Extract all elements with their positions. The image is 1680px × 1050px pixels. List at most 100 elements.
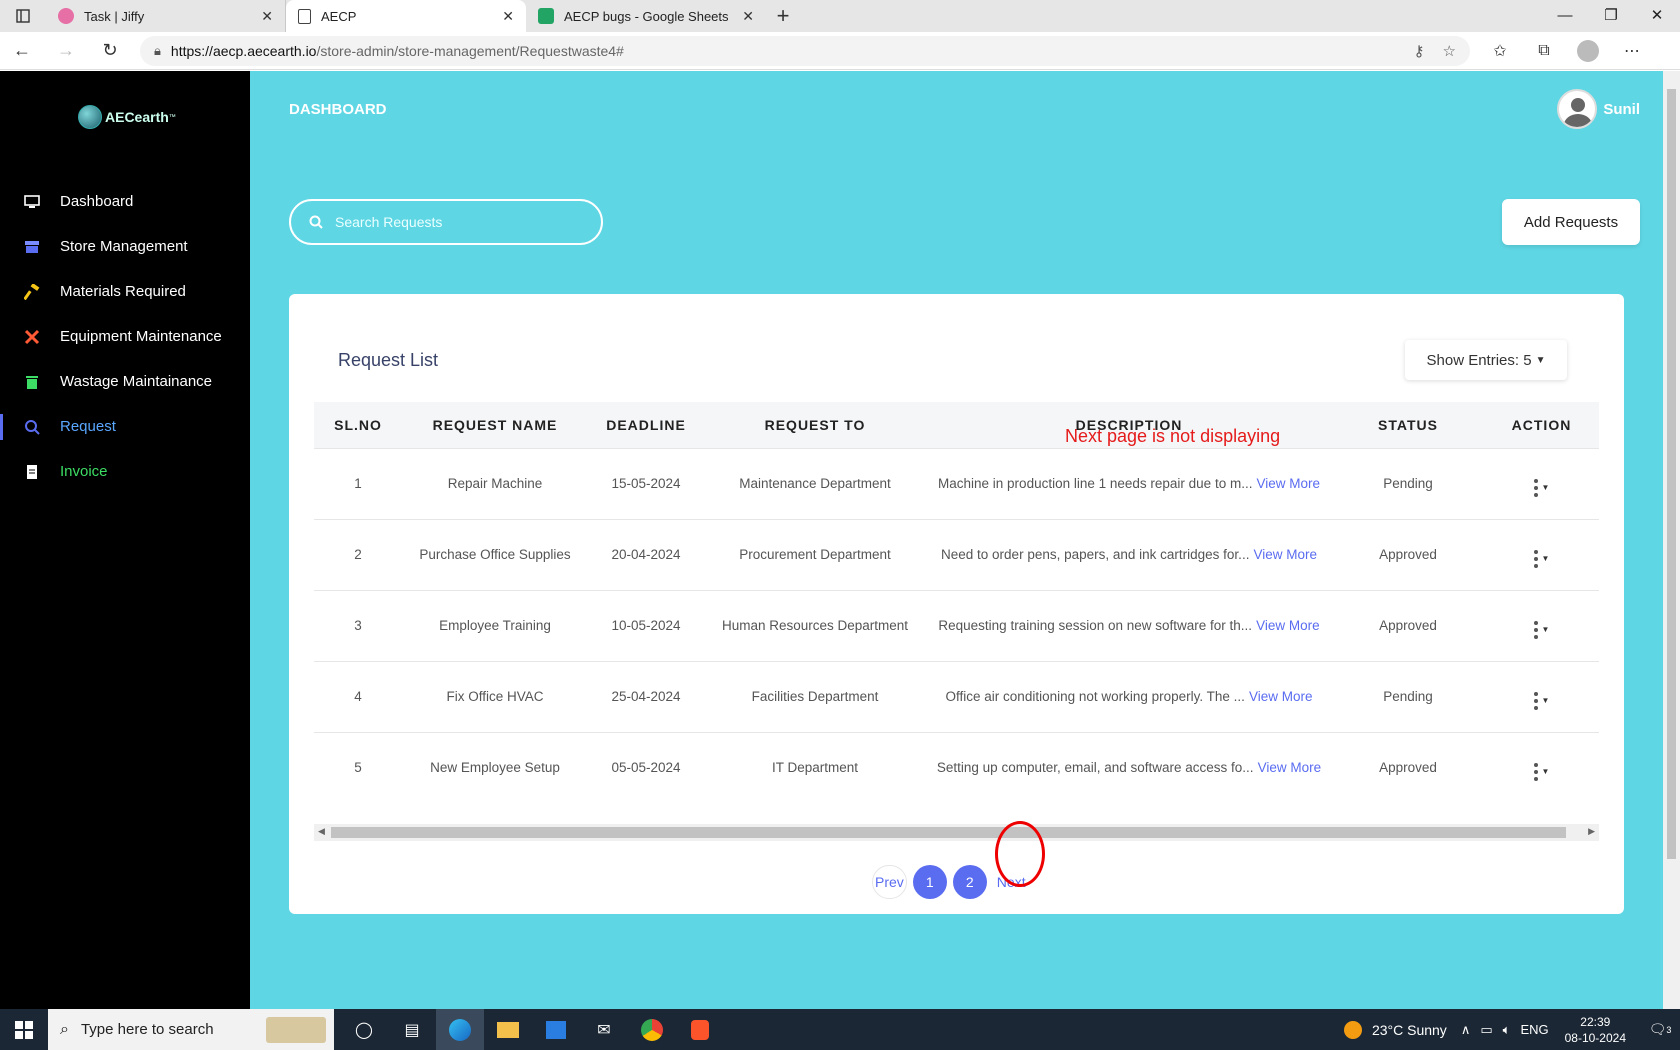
back-icon[interactable]: ←	[0, 32, 44, 70]
browser-tab-aecp[interactable]: AECP ✕	[286, 0, 526, 32]
url-field[interactable]: 🔒︎ https://aecp.aecearth.io/store-admin/…	[140, 35, 1470, 66]
horizontal-scrollbar[interactable]: ◀ ▶	[314, 824, 1599, 841]
user-name[interactable]: Sunil	[1603, 101, 1640, 118]
url-host: https://aecp.aecearth.io	[170, 42, 317, 59]
show-entries-label: Show Entries: 5	[1426, 351, 1532, 369]
close-tab-icon[interactable]: ✕	[742, 8, 754, 25]
cell-description: Setting up computer, email, and software…	[926, 731, 1332, 803]
weather-text[interactable]: 23°C Sunny	[1372, 1022, 1447, 1038]
cell-description: Requesting training session on new softw…	[926, 589, 1332, 661]
chevron-up-icon[interactable]: ∧	[1461, 1022, 1471, 1038]
file-explorer-icon[interactable]	[484, 1009, 532, 1050]
taskbar-search[interactable]: ⌕ Type here to search	[48, 1009, 334, 1050]
collections-icon[interactable]: ⧉	[1522, 40, 1566, 62]
sidebar-item-equipment-maintenance[interactable]: Equipment Maintenance	[0, 314, 250, 359]
edge-icon[interactable]	[436, 1009, 484, 1050]
cell-deadline: 15-05-2024	[588, 447, 704, 519]
sidebar-nav: Dashboard Store Management Materials Req…	[0, 179, 250, 494]
sidebar-item-label: Materials Required	[60, 283, 186, 300]
volume-icon[interactable]: 🔈︎	[1503, 1022, 1511, 1038]
language-indicator[interactable]: ENG	[1520, 1022, 1548, 1037]
close-window-icon[interactable]: ✕	[1634, 0, 1680, 30]
view-more-link[interactable]: View More	[1256, 618, 1320, 633]
scroll-right-icon[interactable]: ▶	[1588, 826, 1595, 837]
avatar[interactable]	[1557, 89, 1598, 129]
scrollbar-thumb[interactable]	[331, 827, 1566, 838]
restore-icon[interactable]: ❐	[1588, 0, 1634, 30]
sidebar-item-label: Request	[60, 418, 116, 435]
tab-title: AECP	[321, 8, 357, 24]
caret-down-icon: ▼	[1541, 554, 1550, 563]
column-header: REQUEST NAME	[432, 416, 558, 433]
windows-start-icon[interactable]	[0, 1009, 48, 1050]
favorites-icon[interactable]: ✩	[1478, 40, 1522, 62]
scroll-left-icon[interactable]: ◀	[318, 826, 325, 837]
request-list-card: Request List Show Entries: 5 ▼ SL.NO REQU…	[289, 294, 1624, 914]
new-tab-button[interactable]: +	[766, 0, 800, 32]
action-menu-button[interactable]: ▼	[1533, 478, 1549, 497]
close-tab-icon[interactable]: ✕	[502, 8, 514, 25]
add-favorite-icon[interactable]: ☆	[1443, 42, 1456, 60]
cell-sl-no: 4	[314, 660, 402, 732]
add-requests-button[interactable]: Add Requests	[1502, 199, 1640, 245]
browser-tab-sheets[interactable]: AECP bugs - Google Sheets ✕	[526, 0, 766, 32]
brave-icon[interactable]	[676, 1009, 724, 1050]
cell-deadline: 25-04-2024	[588, 660, 704, 732]
prev-page-button[interactable]: Prev	[872, 865, 907, 899]
page-1-button[interactable]: 1	[912, 865, 947, 899]
forward-icon[interactable]: →	[44, 32, 88, 70]
chrome-icon[interactable]	[628, 1009, 676, 1050]
cell-sl-no: 2	[314, 518, 402, 590]
kebab-icon	[1533, 478, 1538, 497]
view-more-link[interactable]: View More	[1256, 476, 1320, 491]
table-row: 5 New Employee Setup 05-05-2024 IT Depar…	[314, 731, 1599, 803]
profile-icon[interactable]	[1566, 39, 1610, 62]
sidebar-item-request[interactable]: Request	[0, 404, 250, 449]
action-menu-button[interactable]: ▼	[1533, 620, 1549, 639]
minimize-icon[interactable]: —	[1542, 0, 1588, 30]
view-more-link[interactable]: View More	[1258, 760, 1322, 775]
page-2-button[interactable]: 2	[952, 865, 987, 899]
clock[interactable]: 22:39 08-10-2024	[1565, 1014, 1626, 1046]
tab-title: Task | Jiffy	[84, 8, 145, 24]
cortana-icon[interactable]: ◯	[340, 1009, 388, 1050]
sidebar-item-materials-required[interactable]: Materials Required	[0, 269, 250, 314]
browser-tab-jiffy[interactable]: Task | Jiffy ✕	[46, 0, 286, 32]
cell-status: Approved	[1332, 731, 1484, 803]
description-text: Requesting training session on new softw…	[938, 618, 1253, 633]
cell-request-name: New Employee Setup	[402, 731, 588, 803]
search-input[interactable]	[335, 214, 575, 230]
user-menu[interactable]: Sunil	[1557, 89, 1640, 129]
sidebar-item-invoice[interactable]: Invoice	[0, 449, 250, 494]
action-menu-button[interactable]: ▼	[1533, 691, 1549, 710]
more-icon[interactable]: ⋯	[1610, 40, 1654, 62]
sheets-favicon-icon	[538, 8, 554, 24]
task-view-icon[interactable]: ▤	[388, 1009, 436, 1050]
weather-sun-icon[interactable]	[1343, 1020, 1362, 1039]
close-tab-icon[interactable]: ✕	[261, 8, 273, 25]
cell-action: ▼	[1484, 589, 1599, 661]
table-row: 2 Purchase Office Supplies 20-04-2024 Pr…	[314, 518, 1599, 590]
column-header: ACTION	[1511, 416, 1572, 433]
lock-icon[interactable]: 🔒︎	[154, 43, 161, 59]
view-more-link[interactable]: View More	[1249, 689, 1313, 704]
action-menu-button[interactable]: ▼	[1533, 549, 1550, 568]
action-menu-button[interactable]: ▼	[1533, 762, 1549, 781]
vertical-scrollbar[interactable]	[1663, 71, 1680, 1009]
refresh-icon[interactable]: ↻	[88, 32, 132, 70]
show-entries-dropdown[interactable]: Show Entries: 5 ▼	[1405, 340, 1567, 380]
kebab-icon	[1533, 762, 1538, 781]
key-icon[interactable]: ⚷	[1414, 42, 1425, 60]
sidebar-item-store-management[interactable]: Store Management	[0, 224, 250, 269]
scrollbar-thumb[interactable]	[1667, 89, 1676, 859]
mail-icon[interactable]: ✉	[580, 1009, 628, 1050]
view-more-link[interactable]: View More	[1253, 547, 1317, 562]
store-icon[interactable]	[532, 1009, 580, 1050]
network-icon[interactable]: ▭	[1480, 1022, 1492, 1038]
notifications-icon[interactable]: 🗨︎ 3	[1640, 1021, 1680, 1038]
cell-deadline: 05-05-2024	[588, 731, 704, 803]
tab-actions-icon[interactable]	[0, 0, 46, 32]
logo[interactable]: AECearth ™	[78, 105, 176, 129]
sidebar-item-wastage-maintainance[interactable]: Wastage Maintainance	[0, 359, 250, 404]
sidebar-item-dashboard[interactable]: Dashboard	[0, 179, 250, 224]
